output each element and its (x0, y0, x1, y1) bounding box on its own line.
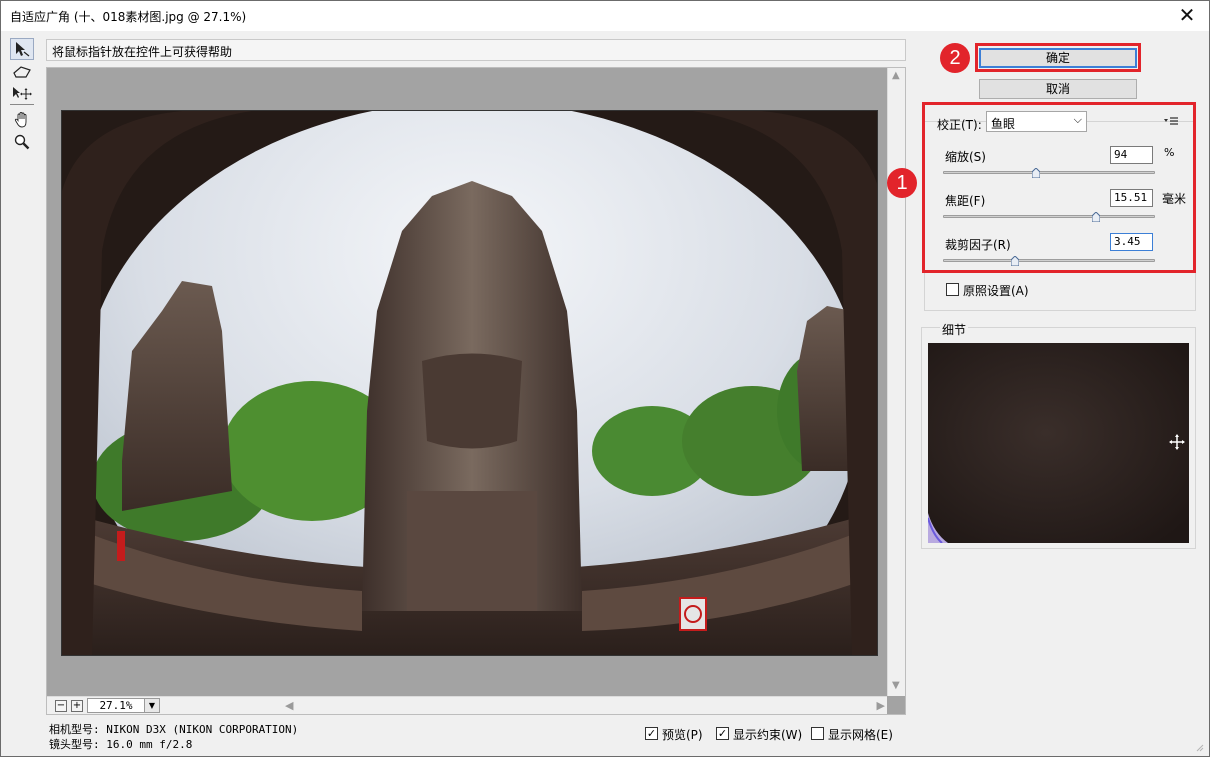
correction-label: 校正(T): (937, 118, 982, 132)
scale-slider[interactable] (943, 171, 1155, 174)
lens-model: 镜头型号: 16.0 mm f/2.8 (49, 738, 193, 751)
title-bar: 自适应广角 (十、018素材图.jpg @ 27.1%) ✕ (1, 1, 1209, 31)
cancel-button[interactable]: 取消 (979, 79, 1137, 99)
scroll-up-icon[interactable]: ▲ (892, 70, 900, 81)
focal-length-label: 焦距(F) (945, 194, 986, 208)
vertical-scrollbar[interactable]: ▲ ▼ (887, 68, 905, 696)
scroll-left-icon[interactable]: ◀ (285, 699, 293, 712)
zoom-level-field[interactable]: 27.1% (87, 698, 145, 713)
panel-menu-icon[interactable] (1164, 115, 1178, 127)
callout-badge-2: 2 (940, 43, 970, 73)
window-title: 自适应广角 (十、018素材图.jpg @ 27.1%) (10, 10, 247, 24)
focal-length-field[interactable]: 15.51 (1110, 189, 1153, 207)
correction-value: 鱼眼 (991, 117, 1016, 131)
scale-label: 缩放(S) (945, 150, 986, 164)
preview-image[interactable] (61, 110, 878, 656)
close-icon[interactable]: ✕ (1175, 4, 1199, 28)
help-bar: 将鼠标指针放在控件上可获得帮助 (46, 39, 906, 61)
ok-button[interactable]: 确定 (979, 48, 1137, 68)
preview-area[interactable]: ▲ ▼ − + 27.1% ▼ ◀ ▶ (46, 67, 906, 715)
hand-tool-icon[interactable] (10, 109, 34, 131)
resize-grip-icon[interactable] (1194, 741, 1204, 752)
zoom-bar: − + 27.1% ▼ (47, 696, 283, 714)
scale-slider-thumb[interactable] (1031, 167, 1041, 179)
scroll-right-icon[interactable]: ▶ (877, 699, 885, 712)
zoom-out-button[interactable]: − (55, 700, 67, 712)
show-grid-label: 显示网格(E) (828, 728, 893, 742)
chevron-down-icon: ⌵ (1073, 113, 1082, 126)
detail-label: 细节 (940, 321, 969, 338)
focal-length-slider[interactable] (943, 215, 1155, 218)
polygon-constraint-tool-icon[interactable] (10, 61, 34, 83)
show-constraints-label: 显示约束(W) (733, 728, 803, 742)
preview-label: 预览(P) (662, 728, 703, 742)
as-shot-label: 原照设置(A) (963, 284, 1029, 298)
crosshair-move-icon (1169, 434, 1185, 453)
crop-factor-slider[interactable] (943, 259, 1155, 262)
horizontal-scrollbar[interactable]: ◀ ▶ (283, 696, 887, 714)
crop-factor-label: 裁剪因子(R) (945, 238, 1011, 252)
as-shot-checkbox[interactable] (946, 283, 959, 296)
help-text: 将鼠标指针放在控件上可获得帮助 (52, 45, 233, 59)
zoom-tool-icon[interactable] (10, 131, 34, 153)
scroll-down-icon[interactable]: ▼ (892, 680, 900, 691)
scale-field[interactable]: 94 (1110, 146, 1153, 164)
preview-canvas[interactable] (47, 68, 887, 696)
crop-factor-slider-thumb[interactable] (1010, 255, 1020, 267)
zoom-in-button[interactable]: + (71, 700, 83, 712)
move-tool-icon[interactable] (10, 82, 34, 104)
crop-factor-field[interactable]: 3.45 (1110, 233, 1153, 251)
show-grid-checkbox[interactable] (811, 727, 824, 740)
show-constraints-checkbox[interactable]: ✓ (716, 727, 729, 740)
correction-select[interactable]: 鱼眼 ⌵ (986, 111, 1087, 132)
callout-badge-1: 1 (887, 168, 917, 198)
scale-unit: % (1164, 146, 1175, 159)
preview-checkbox[interactable]: ✓ (645, 727, 658, 740)
detail-preview (928, 343, 1189, 543)
focal-length-unit: 毫米 (1162, 192, 1187, 206)
camera-model: 相机型号: NIKON D3X (NIKON CORPORATION) (49, 723, 299, 736)
focal-length-slider-thumb[interactable] (1091, 211, 1101, 223)
constraint-tool-icon[interactable] (10, 38, 34, 60)
chevron-down-icon[interactable]: ▼ (144, 698, 160, 713)
toolbar-divider (10, 104, 34, 105)
